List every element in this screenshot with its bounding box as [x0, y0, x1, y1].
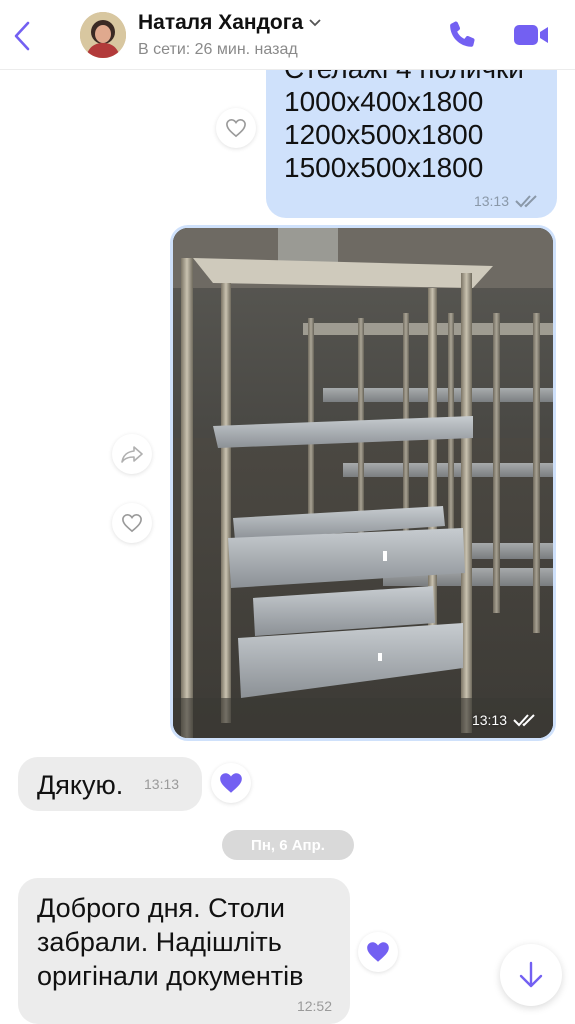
back-button[interactable] [8, 18, 36, 54]
message-line: 1000х400х1800 [284, 86, 484, 117]
photo-time-status: 13:13 [472, 712, 539, 728]
chevron-left-icon [14, 21, 30, 51]
avatar[interactable] [80, 12, 126, 58]
scroll-down-button[interactable] [500, 944, 562, 1006]
like-heart-icon[interactable] [216, 108, 256, 148]
photo-stainless-shelves[interactable] [173, 228, 556, 741]
liked-heart-icon[interactable] [358, 932, 398, 972]
message-line: 1500х500х1800 [284, 152, 484, 183]
message-line: оригінали документів [37, 961, 304, 991]
message-line: забрали. Надішліть [37, 927, 282, 957]
incoming-message-documents[interactable]: Доброго дня. Столи забрали. Надішліть ор… [18, 878, 350, 1024]
double-check-icon [515, 195, 537, 208]
double-check-icon [513, 714, 535, 727]
message-time: 13:13 [473, 193, 509, 209]
phone-icon [450, 21, 475, 47]
call-button[interactable] [446, 18, 480, 52]
message-time: 13:13 [144, 776, 180, 792]
contact-name-text: Наталя Хандога [138, 11, 304, 34]
message-text: Дякую. [37, 770, 124, 800]
date-separator: Пн, 6 Апр. [222, 830, 354, 860]
liked-heart-icon[interactable] [211, 763, 251, 803]
contact-status: В сети: 26 мин. назад [138, 41, 298, 58]
photo-message[interactable]: 13:13 [170, 225, 556, 741]
like-heart-icon[interactable] [112, 503, 152, 543]
video-camera-icon [514, 25, 548, 45]
incoming-message-thanks[interactable]: Дякую. 13:13 [18, 757, 202, 811]
message-line: Доброго дня. Столи [37, 893, 285, 923]
forward-share-icon[interactable] [112, 434, 152, 474]
message-time-status: 13:13 [474, 193, 541, 209]
arrow-down-icon [519, 961, 543, 988]
chevron-down-icon [309, 19, 321, 27]
message-time: 13:13 [471, 712, 507, 728]
message-line: 1200х500х1800 [284, 119, 484, 150]
chat-area: Стелажі 4 полички 1000х400х1800 1200х500… [0, 0, 575, 1024]
message-time: 12:52 [296, 998, 332, 1014]
contact-name[interactable]: Наталя Хандога [138, 11, 321, 35]
chat-header: Наталя Хандога В сети: 26 мин. назад [0, 0, 575, 70]
video-call-button[interactable] [512, 20, 550, 50]
